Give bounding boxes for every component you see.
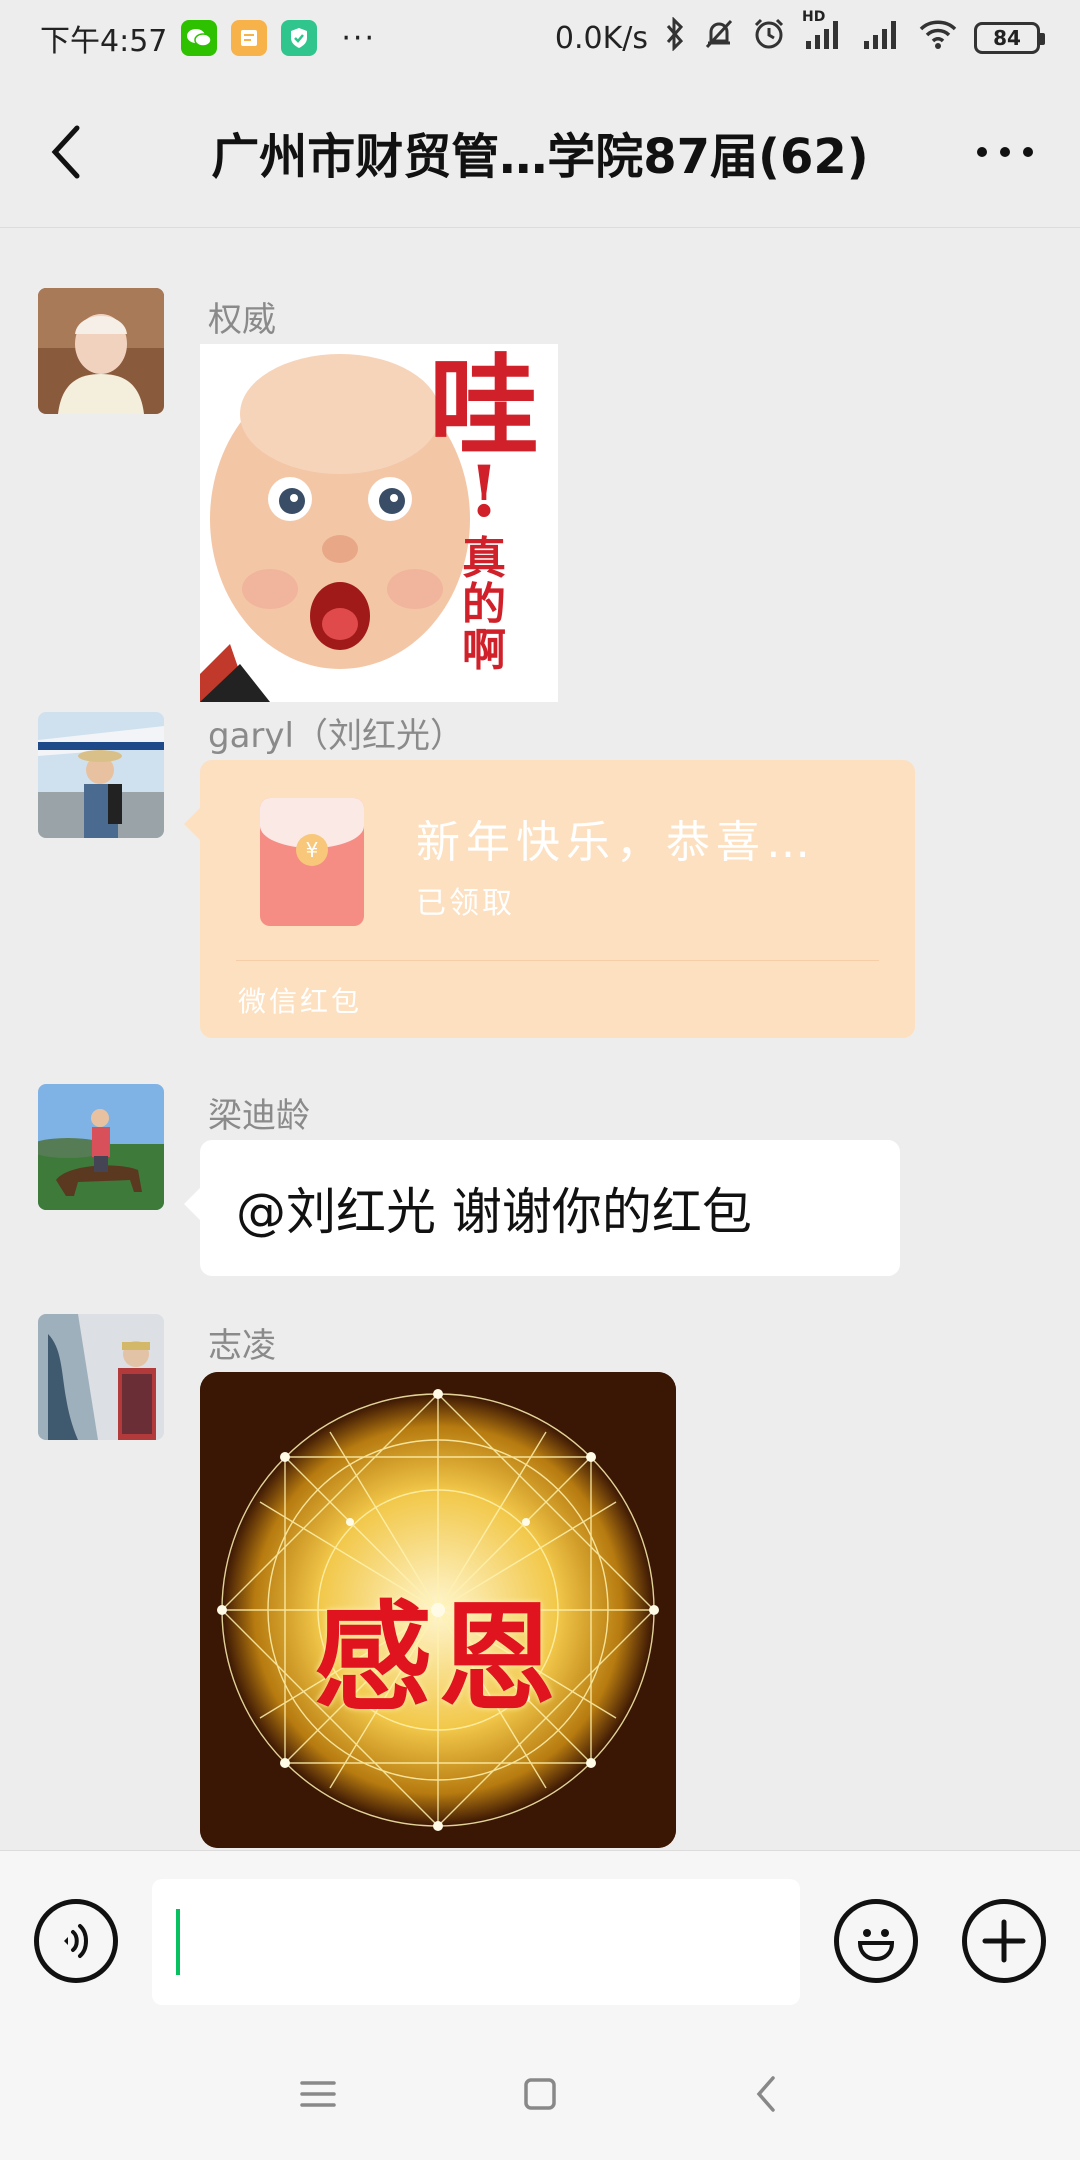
more-notifications-icon: ··· — [341, 20, 376, 56]
sticker-caption: 哇 ! 真 的 啊 — [410, 352, 558, 674]
avatar[interactable] — [38, 288, 164, 414]
voice-icon — [64, 1924, 88, 1958]
gratitude-sticker[interactable]: 感恩 — [200, 1372, 676, 1848]
divider — [236, 960, 879, 961]
bluetooth-icon — [664, 16, 686, 59]
sender-name: garyl（刘红光） — [208, 716, 464, 756]
chat-header: 广州市财贸管…学院87届(62) — [0, 76, 1080, 228]
text-caret — [176, 1909, 180, 1975]
wifi-icon — [918, 17, 958, 59]
chat-message: 梁迪龄 @刘红光 谢谢你的红包 — [0, 1084, 1080, 1304]
back-button[interactable] — [36, 122, 96, 182]
plus-icon — [982, 1919, 1026, 1963]
baby-sticker[interactable]: 哇 ! 真 的 啊 — [200, 344, 558, 702]
chat-message: garyl（刘红光） ¥ 新年快乐，恭喜… 已领取 微信红包 — [0, 708, 1080, 1038]
emoji-button[interactable] — [834, 1899, 918, 1983]
signal-icon — [860, 17, 902, 59]
red-packet-status: 已领取 — [416, 886, 515, 921]
chat-message: 权威 哇 ! 真 的 啊 — [0, 258, 1080, 702]
sticker-char: 真 — [462, 533, 506, 584]
message-input[interactable] — [152, 1879, 800, 2005]
status-time: 下午4:57 — [40, 24, 168, 59]
security-notification-icon — [281, 20, 318, 56]
chat-title: 广州市财贸管…学院87届(62) — [211, 129, 869, 185]
hd-label: HD — [802, 9, 826, 25]
battery-icon: 84 — [974, 22, 1045, 54]
avatar[interactable] — [38, 712, 164, 838]
status-bar: 下午4:57 ··· 0.0K/s HD 84 — [0, 0, 1080, 76]
voice-button[interactable] — [34, 1899, 118, 1983]
network-speed: 0.0K/s — [554, 20, 648, 56]
red-envelope-icon: ¥ — [260, 798, 364, 926]
mute-bell-icon — [702, 17, 736, 59]
sticker-char: 哇 — [429, 344, 539, 471]
sticker-caption: 感恩 — [313, 1588, 562, 1727]
sender-name: 志凌 — [208, 1326, 276, 1366]
status-left: 下午4:57 ··· — [40, 16, 376, 60]
avatar[interactable] — [38, 1314, 164, 1440]
red-packet-title: 新年快乐，恭喜… — [416, 817, 816, 868]
status-right: 0.0K/s HD 84 — [554, 9, 1045, 59]
text-message-bubble[interactable]: @刘红光 谢谢你的红包 — [184, 1140, 900, 1276]
home-icon — [524, 2078, 556, 2110]
home-button[interactable] — [510, 2064, 570, 2124]
more-dots-icon — [977, 147, 1033, 157]
emoji-icon — [857, 1929, 895, 1962]
wechat-notification-icon — [181, 20, 218, 56]
avatar[interactable] — [38, 1084, 164, 1210]
chat-message: 志凌 感恩 — [0, 1314, 1080, 1848]
red-packet-message[interactable]: ¥ 新年快乐，恭喜… 已领取 微信红包 — [184, 760, 915, 1038]
sender-name: 权威 — [208, 300, 276, 340]
sender-name: 梁迪龄 — [208, 1096, 310, 1136]
red-packet-footer: 微信红包 — [238, 985, 363, 1018]
sticker-char: ! — [468, 450, 500, 533]
alarm-icon — [752, 17, 786, 59]
sticker-char: 啊 — [462, 625, 506, 676]
notes-notification-icon — [231, 20, 268, 56]
system-back-button[interactable] — [736, 2064, 796, 2124]
message-input-bar — [0, 1850, 1080, 2030]
recent-apps-button[interactable] — [288, 2064, 348, 2124]
sticker-char: 的 — [462, 579, 506, 630]
back-triangle-icon — [756, 2076, 775, 2112]
chevron-left-icon — [51, 125, 80, 179]
chat-more-button[interactable] — [970, 122, 1040, 182]
signal-hd-icon: HD — [802, 9, 844, 59]
coin-icon: ¥ — [296, 834, 328, 866]
menu-icon — [300, 2081, 336, 2107]
more-functions-button[interactable] — [962, 1899, 1046, 1983]
system-navigation-bar — [0, 2030, 1080, 2160]
chat-message-list[interactable]: 权威 哇 ! 真 的 啊 garyl（刘红光） ¥ 新年快乐，恭喜… 已领取 微… — [0, 228, 1080, 1850]
